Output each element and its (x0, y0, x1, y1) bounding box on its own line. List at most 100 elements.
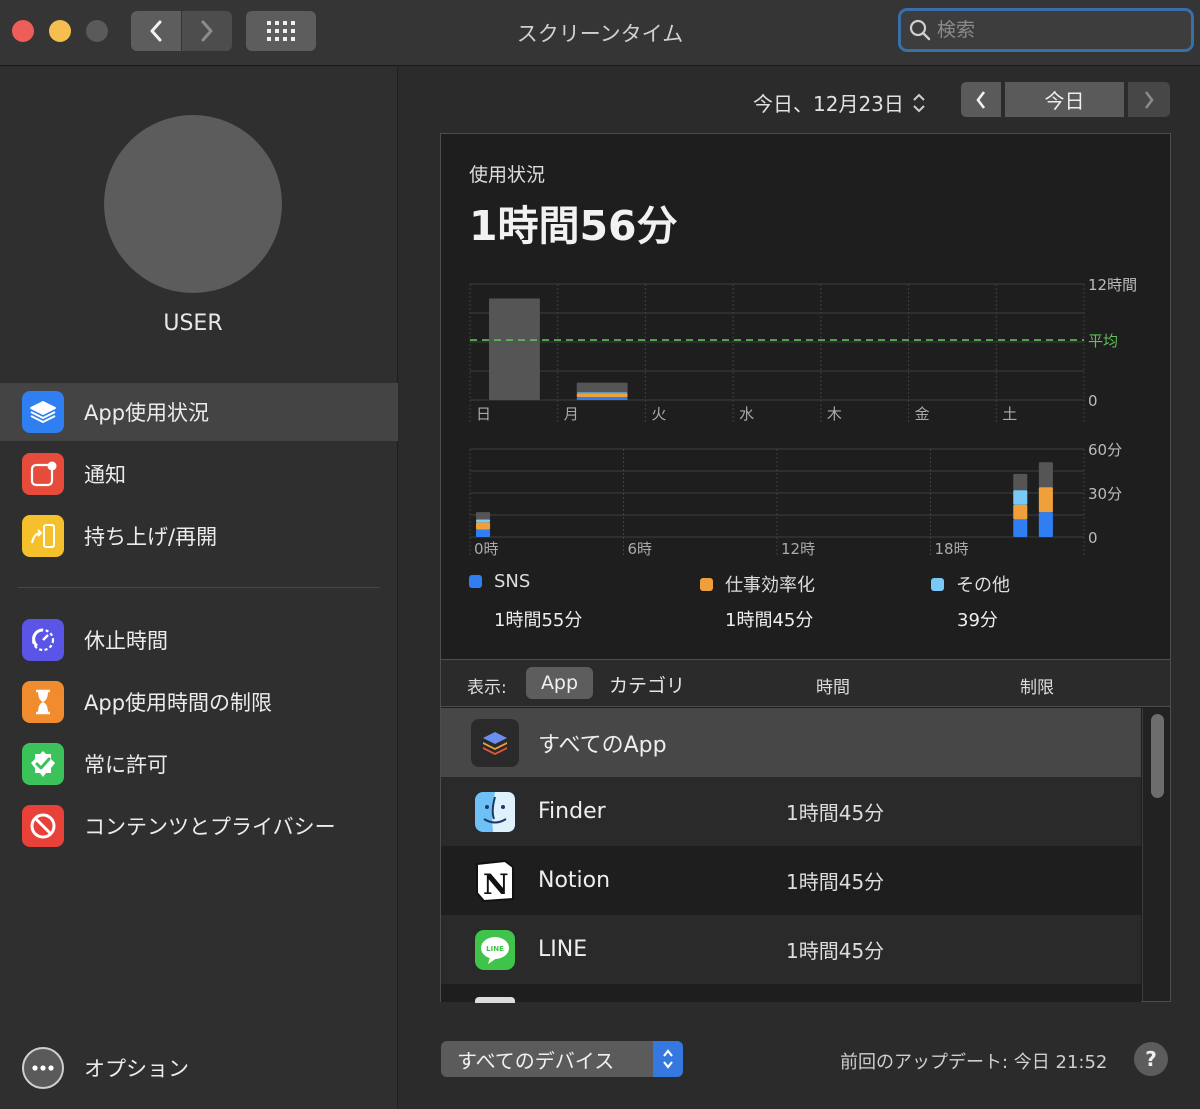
legend-swatch (931, 577, 944, 591)
bar-segment (476, 512, 491, 520)
options-button[interactable]: オプション (22, 1047, 189, 1089)
search-input[interactable] (937, 19, 1177, 41)
bar-segment (576, 393, 628, 398)
sidebar-item-label: App使用時間の制限 (84, 691, 273, 715)
bar-segment (576, 397, 628, 400)
bar-segment (1013, 504, 1028, 520)
app-time: 1時間45分 (786, 801, 885, 825)
legend-item-sns: SNS (469, 571, 530, 592)
legend-item-other: その他 (931, 571, 1010, 597)
bar-segment (1038, 487, 1053, 513)
line-icon: LINE (471, 926, 519, 974)
sidebar-item-app-usage[interactable]: App使用状況 (0, 383, 398, 441)
more-icon (22, 1047, 64, 1089)
help-button[interactable]: ? (1134, 1042, 1168, 1076)
up-down-chevron-icon (913, 93, 925, 112)
app-name: Finder (538, 799, 606, 824)
svg-text:LINE: LINE (486, 945, 504, 953)
sidebar-item-label: 休止時間 (84, 629, 168, 653)
date-selector[interactable]: 今日、12月23日 (753, 88, 926, 117)
search-icon (909, 19, 931, 41)
bar-segment (476, 529, 491, 537)
device-select-value: すべてのデバイス (457, 1048, 615, 1073)
bar-segment (476, 522, 491, 530)
app-name: すべてのApp (538, 732, 667, 758)
sidebar-item-pickups[interactable]: 持ち上げ/再開 (0, 507, 398, 565)
table-row[interactable] (441, 984, 1141, 1003)
bar-segment (1013, 473, 1028, 491)
table-row[interactable]: LINE LINE 1時間45分 (441, 915, 1141, 984)
up-down-chevron-icon (653, 1041, 683, 1077)
sidebar-item-always-allowed[interactable]: 常に許可 (0, 735, 398, 793)
avatar (104, 115, 282, 293)
y-tick-label: 60分 (1088, 441, 1122, 459)
chevron-left-icon (976, 90, 986, 109)
sidebar-item-label: 通知 (84, 463, 126, 487)
column-header-limit[interactable]: 制限 (1020, 673, 1054, 698)
y-tick-label: 0 (1088, 392, 1098, 410)
list-scrollbar[interactable] (1142, 708, 1170, 1001)
list-header: 表示: App カテゴリ 時間 制限 (441, 659, 1170, 707)
app-name: LINE (538, 937, 588, 962)
sidebar-item-app-limits[interactable]: App使用時間の制限 (0, 673, 398, 731)
app-time: 1時間45分 (786, 939, 885, 963)
tick-label: 18時 (935, 540, 969, 558)
scroll-thumb[interactable] (1151, 714, 1164, 798)
legend-label: 仕事効率化 (725, 575, 815, 596)
table-row[interactable]: すべてのApp (441, 708, 1141, 777)
legend-swatch (700, 577, 713, 591)
column-header-time[interactable]: 時間 (816, 673, 850, 698)
date-label: 今日、12月23日 (753, 92, 904, 116)
tab-app[interactable]: App (526, 667, 593, 699)
chevron-right-icon (1144, 90, 1154, 109)
sidebar-item-label: App使用状況 (84, 401, 210, 425)
notification-icon (22, 453, 64, 495)
user-name: USER (163, 311, 223, 336)
bar-segment (1038, 462, 1053, 488)
table-row[interactable]: N Notion 1時間45分 (441, 846, 1141, 915)
usage-panel: 使用状況 1時間56分 日 月 火 水 木 金 土 平均 12時間 0 0時 6時 12時 18時 60分… (440, 133, 1171, 1003)
legend-item-productivity: 仕事効率化 (700, 571, 815, 597)
bar-segment (1013, 490, 1028, 505)
svg-text:N: N (483, 868, 509, 901)
today-button[interactable]: 今日 (1005, 82, 1124, 117)
search-box[interactable] (898, 8, 1194, 52)
tick-label: 水 (739, 405, 754, 423)
legend-label: その他 (956, 575, 1010, 596)
finder-icon (471, 788, 519, 836)
weekly-usage-chart: 日 月 火 水 木 金 土 平均 12時間 0 (469, 276, 1137, 423)
prohibited-icon (22, 805, 64, 847)
last-update-label: 前回のアップデート: 今日 21:52 (840, 1052, 1108, 1073)
legend-label: SNS (494, 571, 531, 592)
tick-label: 金 (915, 405, 930, 423)
usage-total: 1時間56分 (469, 202, 678, 250)
average-label: 平均 (1088, 332, 1118, 350)
previous-day-button[interactable] (961, 82, 1001, 117)
sidebar-item-notifications[interactable]: 通知 (0, 445, 398, 503)
sidebar-divider (18, 587, 380, 588)
legend-swatch (469, 575, 482, 588)
sidebar: USER App使用状況 通知 持ち上げ/再開 休止時間 App使用時間の制限 (0, 67, 398, 1109)
device-select[interactable]: すべてのデバイス (441, 1041, 683, 1077)
tick-label: 月 (564, 405, 579, 423)
next-day-button[interactable] (1128, 82, 1170, 117)
app-time: 1時間45分 (786, 870, 885, 894)
tab-category[interactable]: カテゴリ (609, 671, 685, 698)
table-row[interactable]: Finder 1時間45分 (441, 777, 1141, 846)
notion-icon: N (471, 857, 519, 905)
options-label: オプション (84, 1057, 189, 1081)
sidebar-item-downtime[interactable]: 休止時間 (0, 611, 398, 669)
app-name: Notion (538, 868, 611, 893)
sidebar-item-label: 常に許可 (84, 753, 168, 777)
hourly-usage-chart: 0時 6時 12時 18時 60分 30分 0 (469, 441, 1122, 558)
y-tick-label: 30分 (1088, 485, 1122, 503)
y-tick-label: 12時間 (1088, 276, 1137, 294)
tick-label: 6時 (628, 540, 653, 558)
tick-label: 木 (827, 405, 842, 423)
legend-value: 1時間55分 (494, 610, 583, 631)
layers-icon (22, 391, 64, 433)
legend-value: 39分 (957, 610, 998, 631)
bar-segment (1038, 512, 1053, 537)
sidebar-item-label: コンテンツとプライバシー (84, 815, 336, 839)
sidebar-item-content-privacy[interactable]: コンテンツとプライバシー (0, 797, 398, 855)
